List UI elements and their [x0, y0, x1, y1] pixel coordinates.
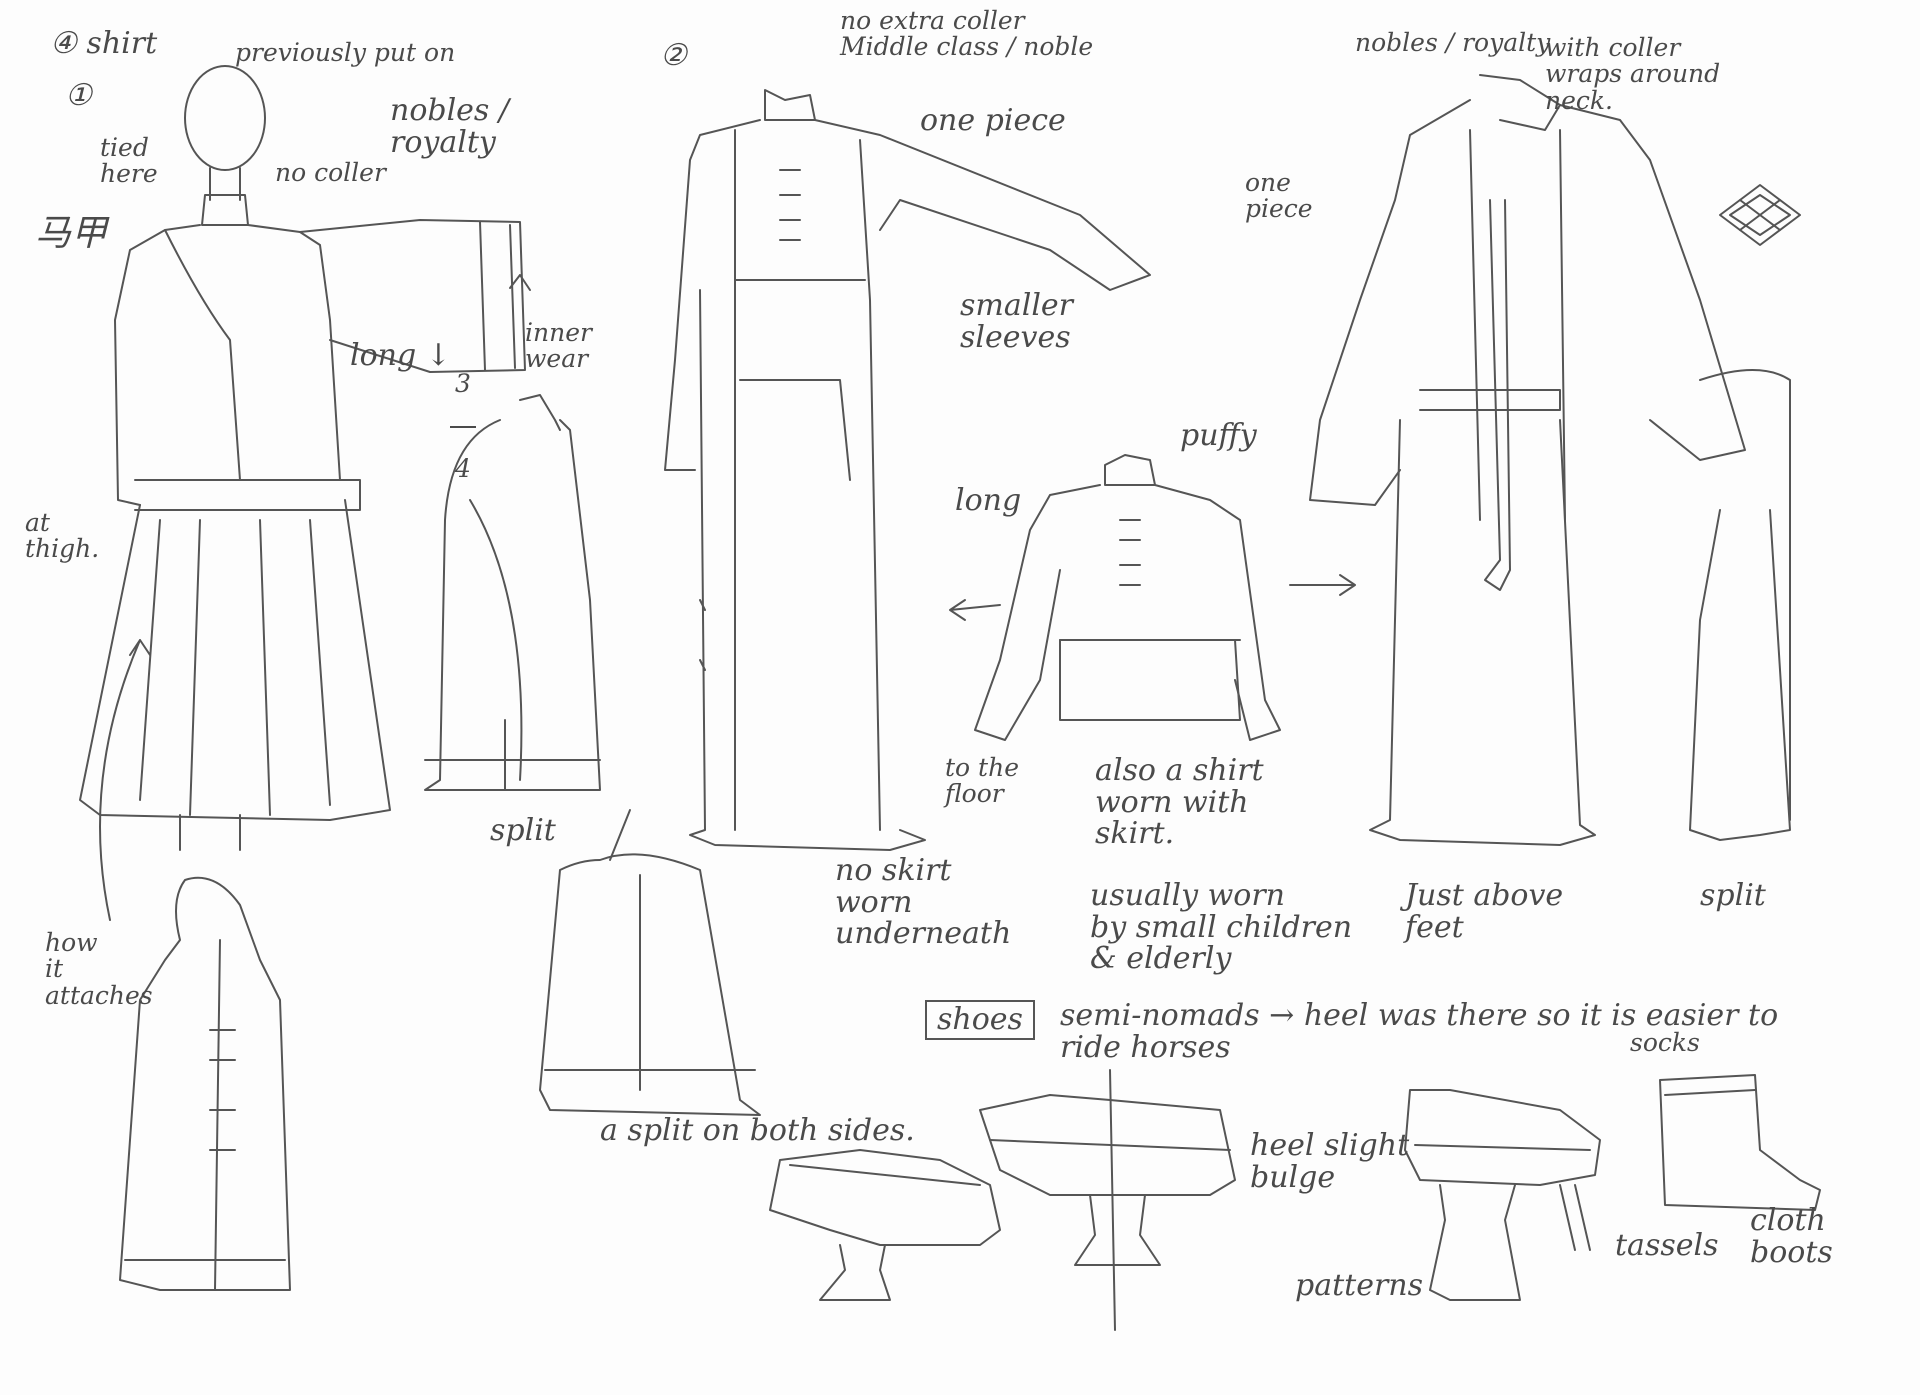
puffy-note: puffy: [1180, 418, 1257, 453]
long-note-1: long ↓: [350, 338, 451, 373]
heel-slight-bulge-note: heel slight bulge: [1250, 1128, 1410, 1195]
one-piece-note-1: one piece: [920, 103, 1066, 138]
nobles-royalty-note-1: nobles / royalty: [390, 93, 509, 160]
patterns-note: patterns: [1295, 1268, 1424, 1303]
arrow-right-icon: [1289, 574, 1356, 596]
shirt-header-label: ④ shirt: [50, 26, 158, 61]
tassels-note: tassels: [1615, 1228, 1719, 1263]
curved-arrow-icon: [99, 639, 151, 921]
robe-panel-sketch: [539, 809, 761, 1116]
one-piece-note-2: one piece: [1245, 168, 1313, 224]
shoe-1-sketch: [769, 1149, 1001, 1301]
cloth-boots-note: cloth boots: [1750, 1203, 1833, 1270]
sketch-page: ④ shirt previously put on ① tied here no…: [0, 0, 1920, 1395]
how-it-attaches-note: how it attaches: [45, 928, 153, 1010]
pencil-sketch-drawing: [79, 65, 1821, 1331]
cloth-boot-sketch: [1659, 1074, 1821, 1211]
usually-worn-note: usually worn by small children & elderly: [1090, 878, 1353, 976]
to-the-floor-note: to the floor: [945, 753, 1019, 809]
nobles-royalty-note-2: nobles / royalty: [1355, 28, 1551, 57]
number-1-label: ①: [65, 78, 92, 113]
number-2-label: ②: [660, 38, 687, 73]
previously-put-on-note: previously put on: [235, 38, 456, 67]
shoes-label: shoes: [925, 1000, 1035, 1040]
socks-note: socks: [1630, 1028, 1700, 1057]
just-above-feet-note: Just above feet: [1405, 878, 1564, 945]
fraction-denominator: 4: [455, 454, 471, 483]
no-collar-note: no coller: [275, 158, 386, 187]
fraction-numerator: 3: [455, 369, 471, 399]
long-note-2: long: [955, 483, 1022, 518]
shoe-2-sketch: [979, 1069, 1236, 1331]
tied-here-note: tied here: [100, 133, 158, 189]
a-split-both-sides-note: a split on both sides.: [600, 1113, 915, 1148]
with-collar-note: with coller wraps around neck.: [1545, 33, 1721, 115]
also-a-shirt-note: also a shirt worn with skirt.: [1095, 753, 1264, 851]
figure-3-robe-sketch: [1309, 74, 1791, 846]
no-skirt-note: no skirt worn underneath: [835, 853, 1012, 951]
chinese-characters-note: 马甲: [35, 213, 108, 254]
smaller-sleeves-note: smaller sleeves: [960, 288, 1074, 355]
endless-knot-icon: [1719, 184, 1801, 246]
fraction-bar: [450, 425, 476, 428]
three-quarter-fraction: 3 4: [450, 345, 476, 509]
inner-wear-note: inner wear: [525, 318, 592, 374]
arrow-left-icon: [949, 599, 1001, 621]
no-extra-collar-note: no extra coller Middle class / noble: [840, 6, 1094, 62]
split-note-1: split: [490, 813, 556, 848]
split-note-2: split: [1700, 878, 1766, 913]
at-thigh-note: at thigh.: [25, 508, 100, 564]
shoe-3-sketch: [1404, 1089, 1601, 1301]
figure-2-robe-sketch: [664, 89, 1151, 851]
